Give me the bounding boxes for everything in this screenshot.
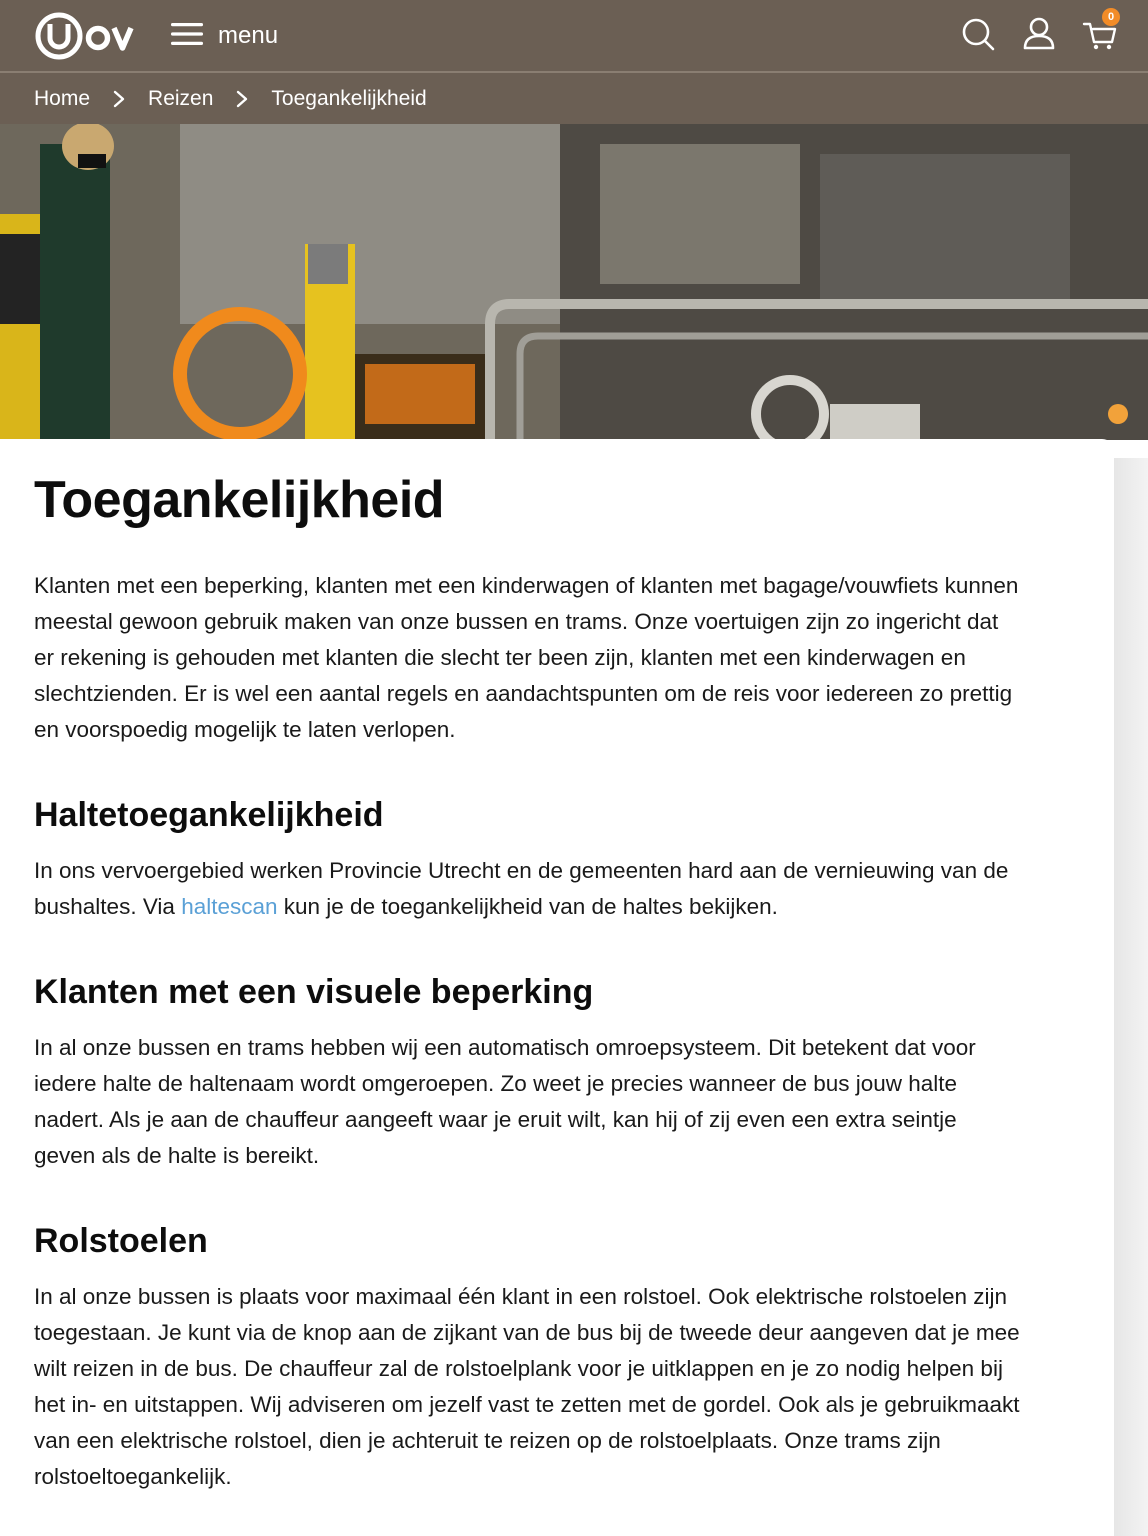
section-paragraph-haltetoegankelijkheid: In ons vervoergebied werken Provincie Ut…	[34, 853, 1024, 925]
cart-count-badge: 0	[1102, 8, 1120, 26]
paragraph-text: kun je de toegankelijkheid van de haltes…	[277, 894, 778, 919]
section-heading-haltetoegankelijkheid: Haltetoegankelijkheid	[34, 796, 384, 834]
logo-icon[interactable]	[34, 11, 144, 61]
section-paragraph-visuele-beperking: In al onze bussen en trams hebben wij ee…	[34, 1035, 976, 1168]
menu-label: menu	[218, 22, 279, 49]
chevron-right-icon	[235, 90, 249, 108]
hamburger-icon	[170, 21, 204, 52]
breadcrumb-home[interactable]: Home	[34, 87, 90, 111]
search-icon[interactable]	[960, 14, 996, 54]
section-heading-rolstoelen: Rolstoelen	[34, 1222, 208, 1260]
account-icon[interactable]	[1021, 14, 1057, 54]
haltescan-link[interactable]: haltescan	[181, 894, 277, 919]
hero-image	[0, 124, 1148, 440]
section-paragraph-rolstoelen: In al onze bussen is plaats voor maximaa…	[34, 1284, 1020, 1489]
menu-button[interactable]: menu	[170, 18, 278, 54]
page-title: Toegankelijkheid	[34, 471, 445, 529]
breadcrumb-current: Toegankelijkheid	[271, 86, 427, 110]
chevron-right-icon	[112, 90, 126, 108]
breadcrumb-reizen[interactable]: Reizen	[148, 87, 213, 111]
page-side-gutter	[1114, 458, 1148, 1536]
intro-paragraph: Klanten met een beperking, klanten met e…	[34, 573, 1019, 742]
section-heading-visuele-beperking: Klanten met een visuele beperking	[34, 973, 594, 1011]
breadcrumb: Home Reizen Toegankelijkheid	[0, 73, 1148, 124]
